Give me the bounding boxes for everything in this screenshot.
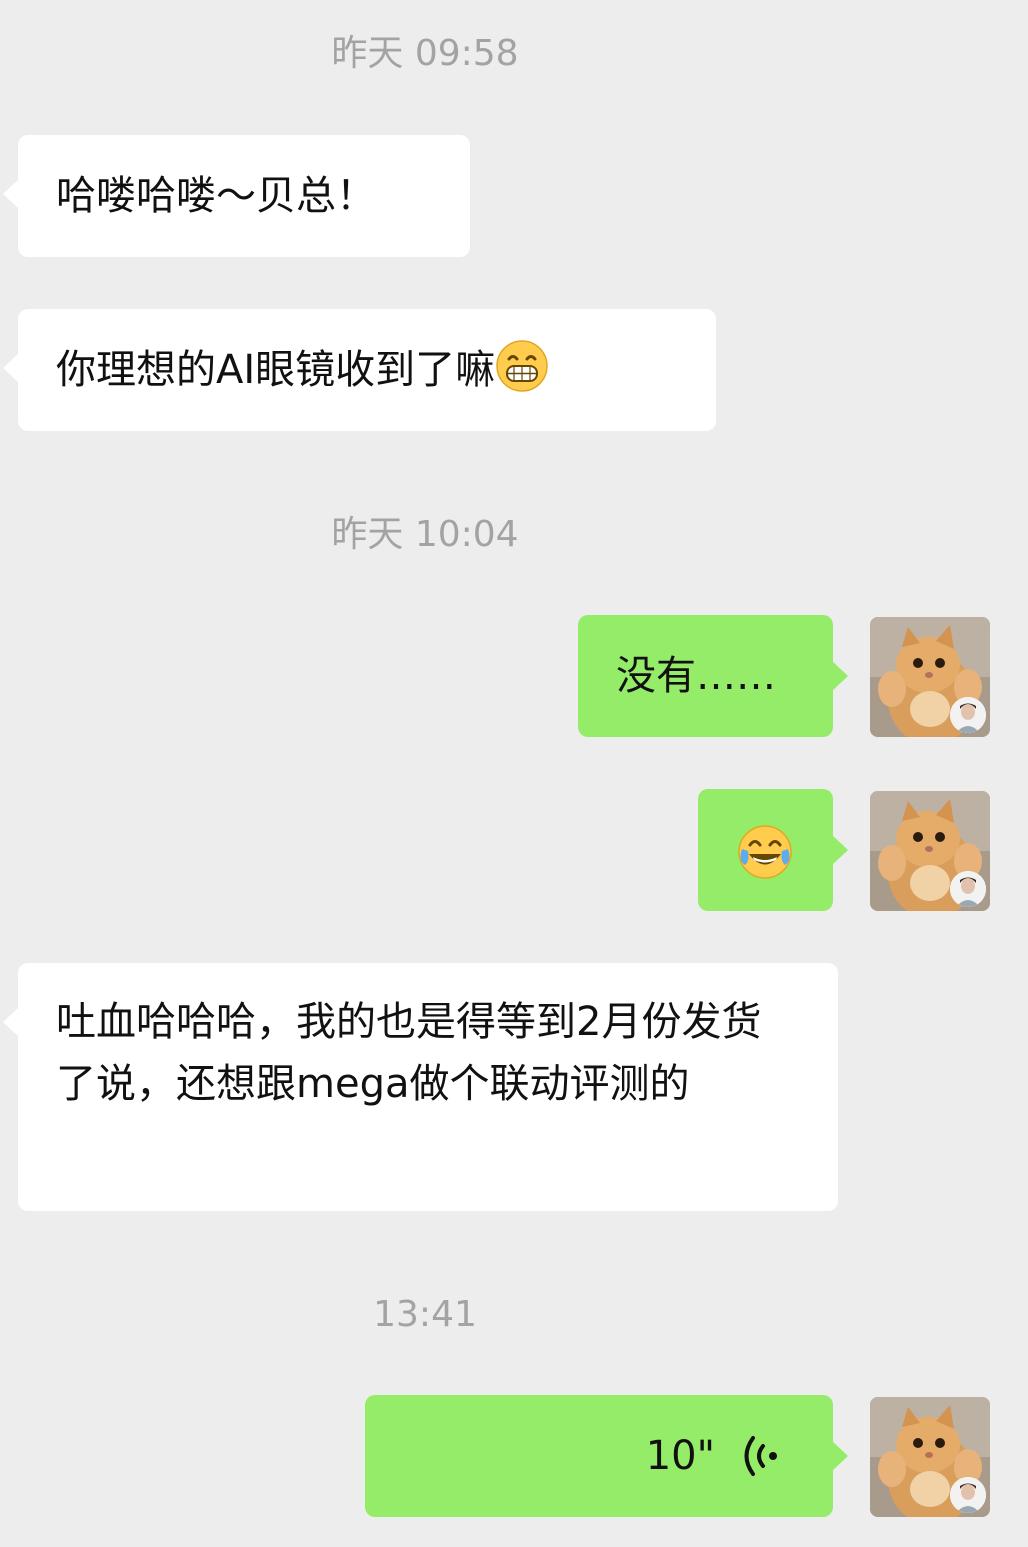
face-with-tears-of-joy-emoji [738, 825, 792, 879]
message-text: 哈喽哈喽～贝总！ [56, 173, 376, 219]
cat-avatar[interactable] [870, 617, 990, 737]
cat-avatar[interactable] [870, 791, 990, 911]
cat-avatar[interactable] [870, 1397, 990, 1517]
message-text: 你理想的AI眼镜收到了嘛 [56, 347, 496, 393]
timestamp: 昨天 09:58 [331, 33, 519, 74]
user-avatar-badge [950, 697, 986, 733]
voice-duration: 10" [645, 1433, 715, 1479]
incoming-message-bubble[interactable]: 你理想的AI眼镜收到了嘛 [3, 309, 716, 431]
incoming-message-bubble[interactable]: 吐血哈哈哈，我的也是得等到2月份发货了说，还想跟mega做个联动评测的 [3, 963, 838, 1211]
timestamp: 昨天 10:04 [331, 514, 519, 555]
grinning-face-emoji [496, 340, 548, 392]
voice-message-bubble[interactable]: 10" [365, 1395, 848, 1517]
user-avatar-badge [950, 1477, 986, 1513]
message-text: 吐血哈哈哈，我的也是得等到2月份发货了说，还想跟mega做个联动评测的 [56, 999, 762, 1107]
outgoing-emoji-bubble[interactable] [698, 789, 848, 911]
user-avatar-badge [950, 871, 986, 907]
incoming-message-bubble[interactable]: 哈喽哈喽～贝总！ [3, 135, 470, 257]
outgoing-message-bubble[interactable]: 没有…… [578, 615, 848, 737]
voice-wave-icon [744, 1436, 777, 1476]
message-text: 没有…… [616, 653, 776, 699]
timestamp: 13:41 [373, 1294, 477, 1335]
